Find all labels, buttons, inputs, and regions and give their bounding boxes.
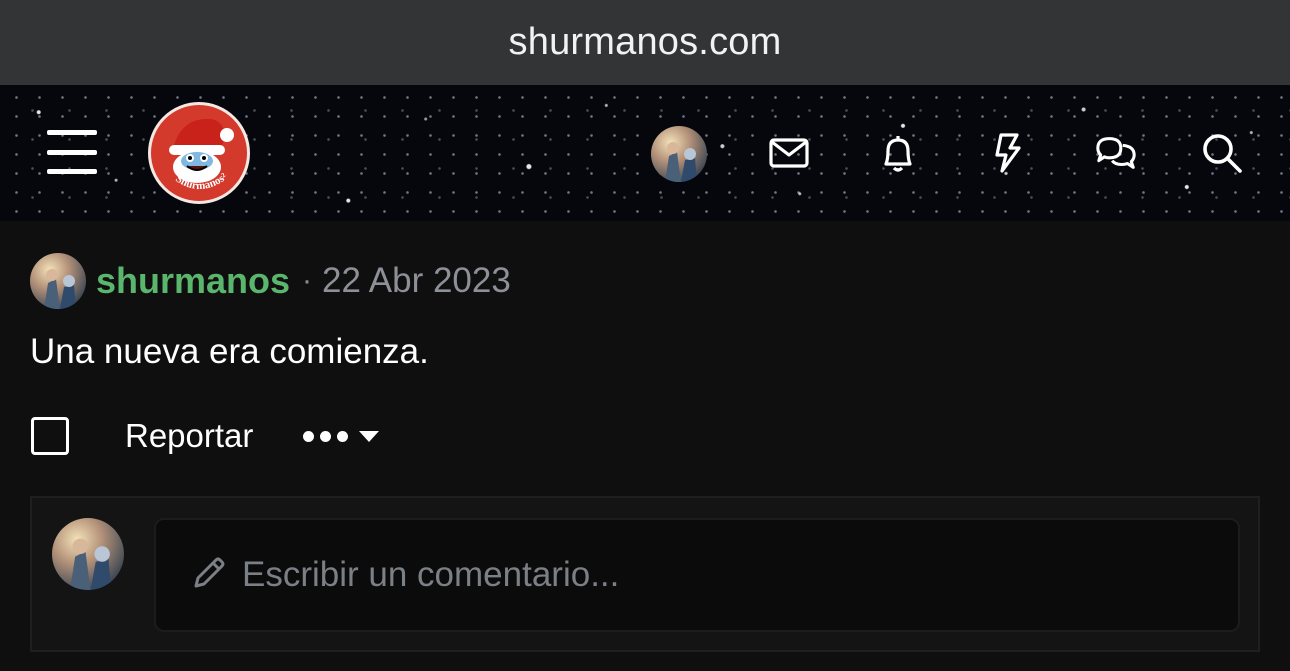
bell-icon[interactable] [876,131,920,175]
url-text: shurmanos.com [508,21,782,63]
pencil-icon [190,554,228,597]
more-options-button[interactable] [303,430,380,442]
post-actions: Reportar [31,412,380,460]
report-button[interactable]: Reportar [125,417,253,455]
post-text: Una nueva era comienza. [30,332,429,371]
meta-separator: · [302,264,313,297]
post-meta: shurmanos · 22 Abr 2023 [30,252,511,310]
ellipsis-icon [303,430,349,442]
comment-composer: Escribir un comentario... [30,496,1260,652]
site-logo[interactable]: Shurmanos² [148,102,250,204]
author-username[interactable]: shurmanos [96,260,290,302]
select-checkbox[interactable] [31,417,69,455]
author-avatar[interactable] [30,253,86,309]
search-icon[interactable] [1200,131,1244,175]
menu-icon[interactable] [47,130,97,174]
mail-icon[interactable] [767,131,811,175]
chat-bubbles-icon[interactable] [1094,131,1138,175]
user-avatar[interactable] [651,126,707,182]
post-date[interactable]: 22 Abr 2023 [322,261,511,301]
site-header: Shurmanos² [0,85,1290,221]
comment-input[interactable]: Escribir un comentario... [154,518,1240,632]
caret-down-icon [359,430,380,442]
bolt-icon[interactable] [986,131,1030,175]
browser-url-bar[interactable]: shurmanos.com [0,0,1290,85]
commenter-avatar [52,518,124,590]
comment-placeholder: Escribir un comentario... [242,555,620,594]
